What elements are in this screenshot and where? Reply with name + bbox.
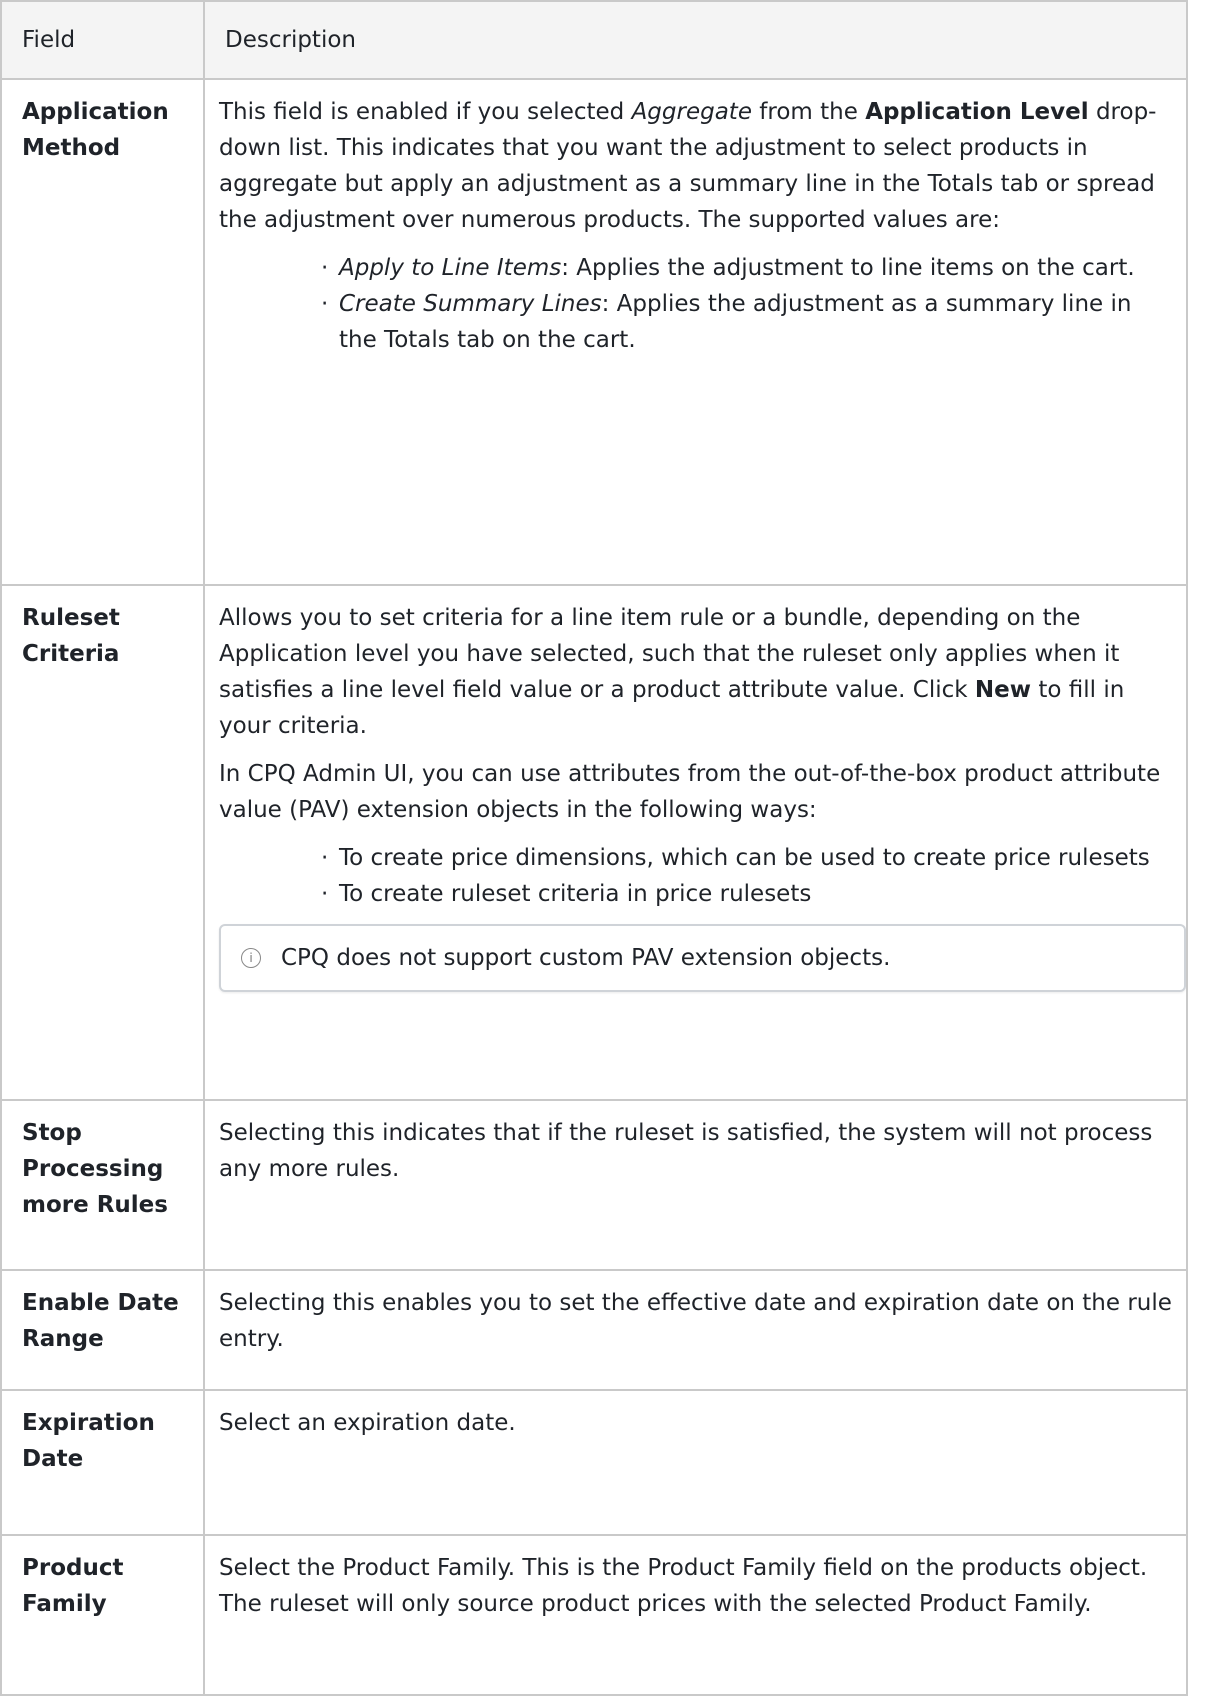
description-paragraph: This field is enabled if you selected Ag… xyxy=(219,94,1172,238)
values-list: Apply to Line Items: Applies the adjustm… xyxy=(219,250,1172,358)
italic-term: Aggregate xyxy=(631,99,752,125)
field-cell: Expiration Date xyxy=(0,1389,205,1536)
table-row: Enable Date Range Selecting this enables… xyxy=(0,1269,1188,1391)
description-cell: Select the Product Family. This is the P… xyxy=(203,1534,1188,1696)
italic-term: Apply to Line Items xyxy=(339,255,562,281)
field-name: Expiration Date xyxy=(22,1410,155,1472)
table-row: Expiration Date Select an expiration dat… xyxy=(0,1389,1188,1536)
field-cell: Product Family xyxy=(0,1534,205,1696)
header-description: Description xyxy=(203,0,1188,80)
header-field: Field xyxy=(0,0,205,80)
list-item: To create price dimensions, which can be… xyxy=(321,840,1172,876)
info-note: i CPQ does not support custom PAV extens… xyxy=(219,924,1186,992)
note-text: CPQ does not support custom PAV extensio… xyxy=(281,945,891,971)
text: from the xyxy=(751,99,866,125)
text: : Applies the adjustment to line items o… xyxy=(561,255,1135,281)
table-row: Ruleset Criteria Allows you to set crite… xyxy=(0,584,1188,1101)
bold-term: Application Level xyxy=(865,99,1089,125)
info-icon: i xyxy=(241,948,261,968)
ways-list: To create price dimensions, which can be… xyxy=(219,840,1172,912)
description-cell: Selecting this indicates that if the rul… xyxy=(203,1099,1188,1271)
description-paragraph: In CPQ Admin UI, you can use attributes … xyxy=(219,761,1161,823)
description-cell: Selecting this enables you to set the ef… xyxy=(203,1269,1188,1391)
list-item: To create ruleset criteria in price rule… xyxy=(321,876,1172,912)
table-header-row: Field Description xyxy=(0,0,1188,80)
field-name: Product Family xyxy=(22,1555,124,1617)
field-name: Enable Date Range xyxy=(22,1290,179,1352)
field-name: Application Method xyxy=(22,99,169,161)
italic-term: Create Summary Lines xyxy=(339,291,602,317)
field-cell: Application Method xyxy=(0,78,205,586)
list-item: Create Summary Lines: Applies the adjust… xyxy=(321,286,1172,358)
table-row: Product Family Select the Product Family… xyxy=(0,1534,1188,1696)
field-description-table: Field Description Application Method Thi… xyxy=(0,0,1188,1696)
field-name: Ruleset Criteria xyxy=(22,605,120,667)
description-cell: Select an expiration date. xyxy=(203,1389,1188,1536)
description-cell: This field is enabled if you selected Ag… xyxy=(203,78,1188,586)
text: This field is enabled if you selected xyxy=(219,99,632,125)
field-cell: Stop Processing more Rules xyxy=(0,1099,205,1271)
field-name: Stop Processing more Rules xyxy=(22,1120,168,1218)
description-cell: Allows you to set criteria for a line it… xyxy=(203,584,1188,1101)
table-row: Stop Processing more Rules Selecting thi… xyxy=(0,1099,1188,1271)
table-row: Application Method This field is enabled… xyxy=(0,78,1188,586)
field-cell: Ruleset Criteria xyxy=(0,584,205,1101)
list-item: Apply to Line Items: Applies the adjustm… xyxy=(321,250,1172,286)
field-cell: Enable Date Range xyxy=(0,1269,205,1391)
description-paragraph: Allows you to set criteria for a line it… xyxy=(219,600,1172,744)
bold-term: New xyxy=(974,677,1032,703)
